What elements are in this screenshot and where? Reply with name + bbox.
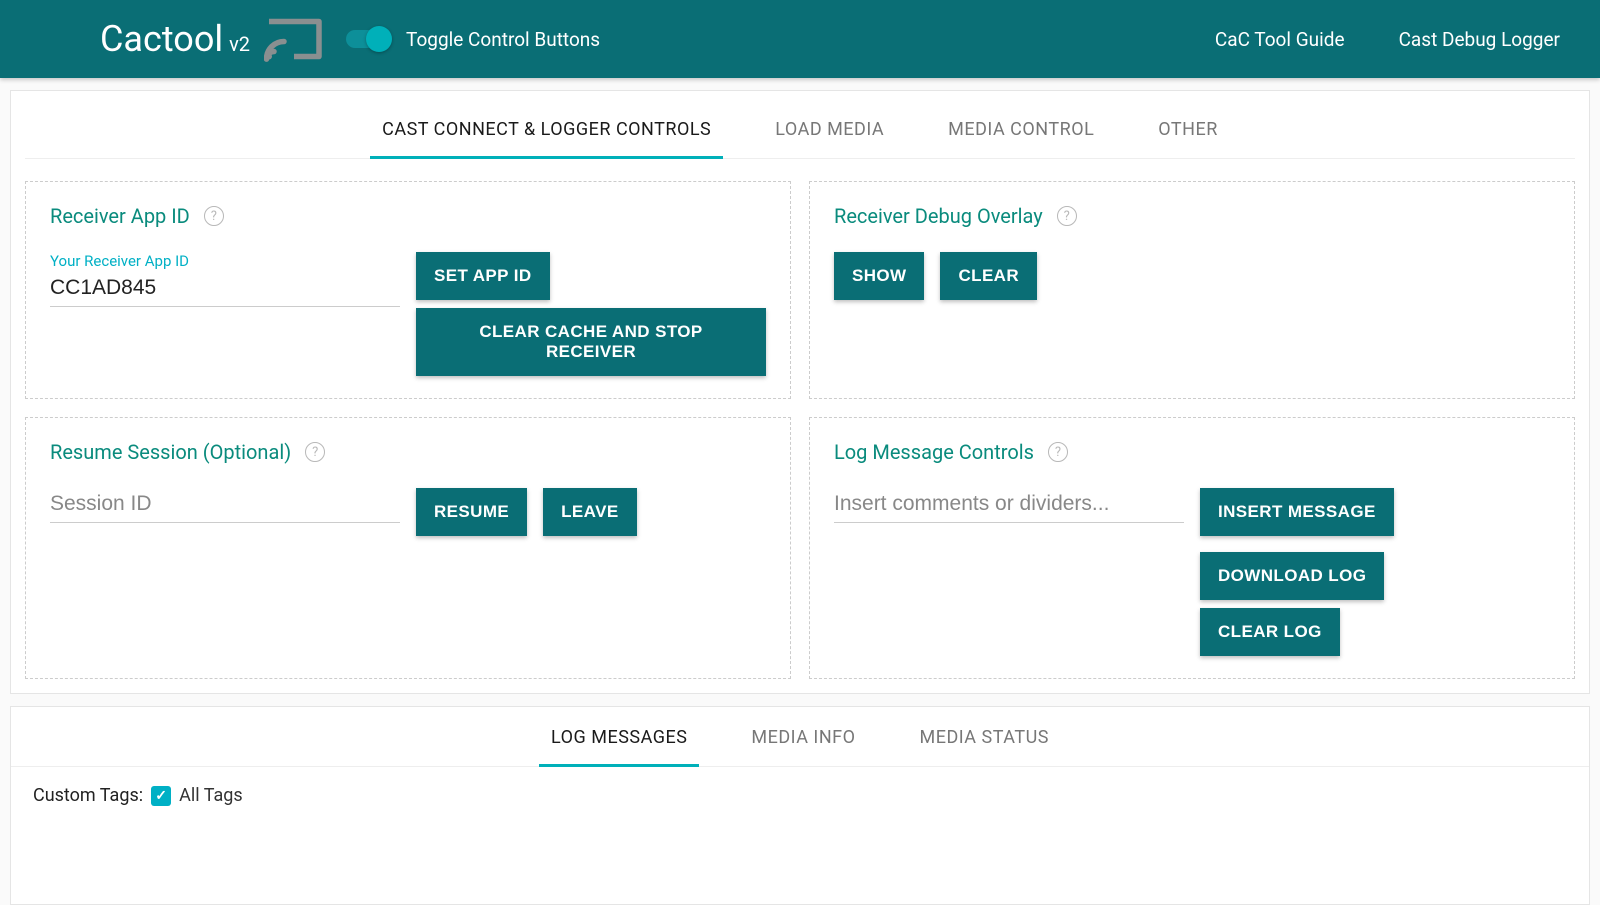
resume-button[interactable]: RESUME: [416, 488, 527, 536]
main-panel: CAST CONNECT & LOGGER CONTROLS LOAD MEDI…: [10, 90, 1590, 694]
help-icon[interactable]: ?: [305, 442, 325, 462]
cast-icon[interactable]: [264, 15, 324, 63]
receiver-app-id-label: Your Receiver App ID: [50, 252, 400, 270]
card-title-resume-session: Resume Session (Optional): [50, 440, 291, 464]
help-icon[interactable]: ?: [1057, 206, 1077, 226]
tab-log-messages[interactable]: LOG MESSAGES: [547, 717, 691, 766]
clear-overlay-button[interactable]: CLEAR: [940, 252, 1037, 300]
main-tabs: CAST CONNECT & LOGGER CONTROLS LOAD MEDI…: [25, 91, 1575, 159]
card-receiver-app-id: Receiver App ID ? Your Receiver App ID S…: [25, 181, 791, 399]
custom-tags-label: Custom Tags:: [33, 785, 143, 806]
card-resume-session: Resume Session (Optional) ? RESUME LEAVE: [25, 417, 791, 679]
help-icon[interactable]: ?: [1048, 442, 1068, 462]
set-app-id-button[interactable]: SET APP ID: [416, 252, 550, 300]
topbar: Cactool v2 Toggle Control Buttons CaC To…: [0, 0, 1600, 78]
tab-media-status[interactable]: MEDIA STATUS: [916, 717, 1053, 766]
app-version: v2: [229, 32, 250, 56]
log-panel: LOG MESSAGES MEDIA INFO MEDIA STATUS Cus…: [10, 706, 1590, 905]
leave-button[interactable]: LEAVE: [543, 488, 636, 536]
app-title: Cactool: [100, 18, 223, 60]
link-guide[interactable]: CaC Tool Guide: [1215, 28, 1345, 51]
tab-cast-connect[interactable]: CAST CONNECT & LOGGER CONTROLS: [378, 109, 715, 158]
card-title-debug-overlay: Receiver Debug Overlay: [834, 204, 1043, 228]
download-log-button[interactable]: DOWNLOAD LOG: [1200, 552, 1384, 600]
clear-cache-stop-receiver-button[interactable]: CLEAR CACHE AND STOP RECEIVER: [416, 308, 766, 376]
tab-media-control[interactable]: MEDIA CONTROL: [944, 109, 1098, 158]
insert-message-button[interactable]: INSERT MESSAGE: [1200, 488, 1394, 536]
all-tags-checkbox[interactable]: ✓: [151, 786, 171, 806]
tab-load-media[interactable]: LOAD MEDIA: [771, 109, 888, 158]
card-title-log-controls: Log Message Controls: [834, 440, 1034, 464]
help-icon[interactable]: ?: [204, 206, 224, 226]
session-id-input[interactable]: [50, 488, 400, 523]
show-overlay-button[interactable]: SHOW: [834, 252, 924, 300]
clear-log-button[interactable]: CLEAR LOG: [1200, 608, 1340, 656]
card-log-controls: Log Message Controls ? INSERT MESSAGE DO…: [809, 417, 1575, 679]
log-comment-input[interactable]: [834, 488, 1184, 523]
log-tabs: LOG MESSAGES MEDIA INFO MEDIA STATUS: [11, 707, 1589, 767]
toggle-control-buttons[interactable]: [346, 30, 390, 48]
link-debug-logger[interactable]: Cast Debug Logger: [1399, 28, 1560, 51]
receiver-app-id-input[interactable]: [50, 272, 400, 307]
tab-other[interactable]: OTHER: [1154, 109, 1222, 158]
toggle-label: Toggle Control Buttons: [406, 28, 600, 51]
card-debug-overlay: Receiver Debug Overlay ? SHOW CLEAR: [809, 181, 1575, 399]
card-title-receiver-app: Receiver App ID: [50, 204, 190, 228]
all-tags-label: All Tags: [179, 785, 243, 806]
tab-media-info[interactable]: MEDIA INFO: [747, 717, 859, 766]
